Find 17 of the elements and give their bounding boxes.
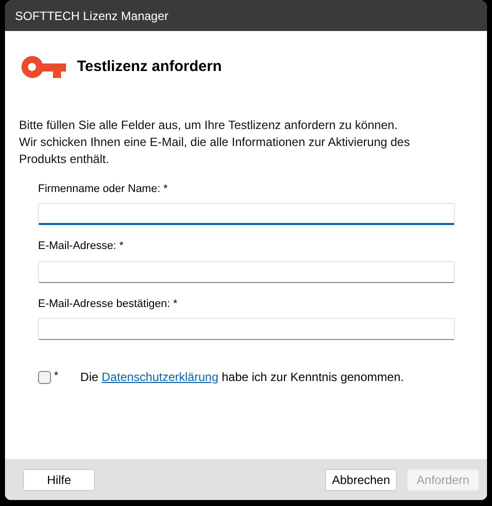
key-icon xyxy=(21,56,66,78)
cancel-button[interactable]: Abbrechen xyxy=(325,468,397,490)
instruction-text: Wir schicken Ihnen eine E-Mail, die alle Informationen zur Aktivierung des Produkts enthält. xyxy=(19,134,411,168)
input-field[interactable] xyxy=(38,203,455,225)
required-marker: * xyxy=(54,369,58,384)
field-label: Firmenname oder Name: * xyxy=(38,182,169,196)
field-label: E-Mail-Adresse: * xyxy=(38,239,125,254)
window-title: SOFTTECH Lizenz Manager xyxy=(15,8,168,24)
consent-text: Die Datenschutzerklärung habe ich zur Kenntnis genommen. xyxy=(80,369,404,386)
field-label: E-Mail-Adresse bestätigen: * xyxy=(38,296,178,312)
input-field[interactable] xyxy=(38,318,455,340)
input-field[interactable] xyxy=(38,260,455,282)
help-button[interactable]: Hilfe xyxy=(23,468,95,490)
instruction-text: Bitte füllen Sie alle Felder aus, um Ihre Testlizenz anfordern zu können. xyxy=(19,116,399,134)
privacy-link[interactable]: Datenschutzerklärung xyxy=(102,370,218,384)
dialog-heading: Testlizenz anfordern xyxy=(77,57,222,77)
checkbox[interactable] xyxy=(38,370,51,384)
